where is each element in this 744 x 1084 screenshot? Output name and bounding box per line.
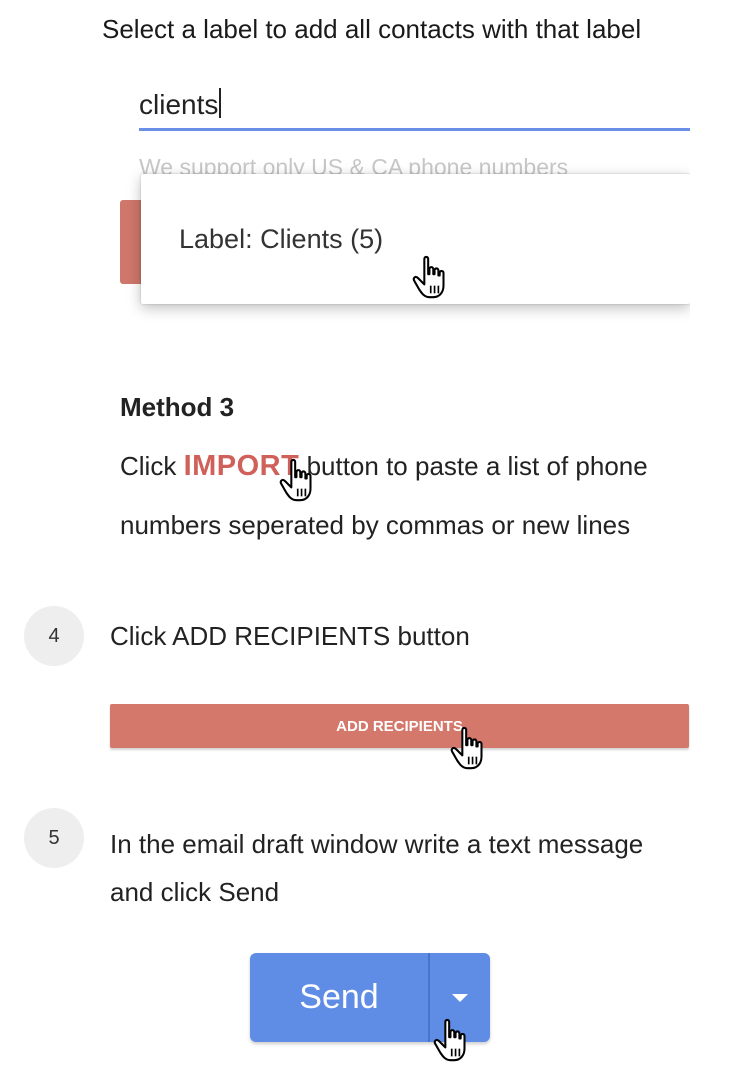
- hand-pointer-icon: [450, 726, 483, 770]
- hand-pointer-icon: [433, 1018, 466, 1062]
- method-3-instruction-line1: Click IMPORT button to paste a list of p…: [120, 450, 648, 483]
- method-3-instruction-line2: numbers seperated by commas or new lines: [120, 510, 631, 540]
- caret-down-icon: [452, 993, 468, 1002]
- step-5-text-line2: and click Send: [110, 877, 280, 907]
- add-recipients-label: ADD RECIPIENTS: [336, 717, 463, 735]
- line1-suffix: button to paste a list of phone: [299, 451, 648, 481]
- phone-support-hint: We support only US & CA phone numbers: [139, 154, 569, 176]
- add-recipients-button[interactable]: ADD RECIPIENTS: [110, 704, 689, 748]
- intro-text: Select a label to add all contacts with …: [102, 14, 642, 44]
- send-label: Send: [299, 978, 379, 1016]
- step-4-number: 4: [24, 606, 84, 666]
- crop-mask: [690, 80, 744, 360]
- step-4-text: Click ADD RECIPIENTS button: [110, 621, 470, 651]
- label-search-field[interactable]: clients: [139, 84, 690, 136]
- hand-pointer-icon: [279, 458, 312, 502]
- text-caret: [219, 88, 222, 118]
- method-3-title: Method 3: [120, 392, 235, 422]
- label-search-input[interactable]: clients: [139, 88, 222, 121]
- click-prefix: Click: [120, 451, 184, 481]
- dropdown-item-clients-label[interactable]: Label: Clients (5): [179, 224, 383, 255]
- send-button[interactable]: Send: [250, 953, 428, 1042]
- step-5-text-line1: In the email draft window write a text m…: [110, 829, 644, 859]
- label-search-value: clients: [139, 89, 219, 120]
- hand-pointer-icon: [412, 255, 445, 299]
- tutorial-page: Select a label to add all contacts with …: [0, 0, 744, 1084]
- input-underline: [139, 128, 690, 131]
- step-5-number: 5: [24, 808, 84, 868]
